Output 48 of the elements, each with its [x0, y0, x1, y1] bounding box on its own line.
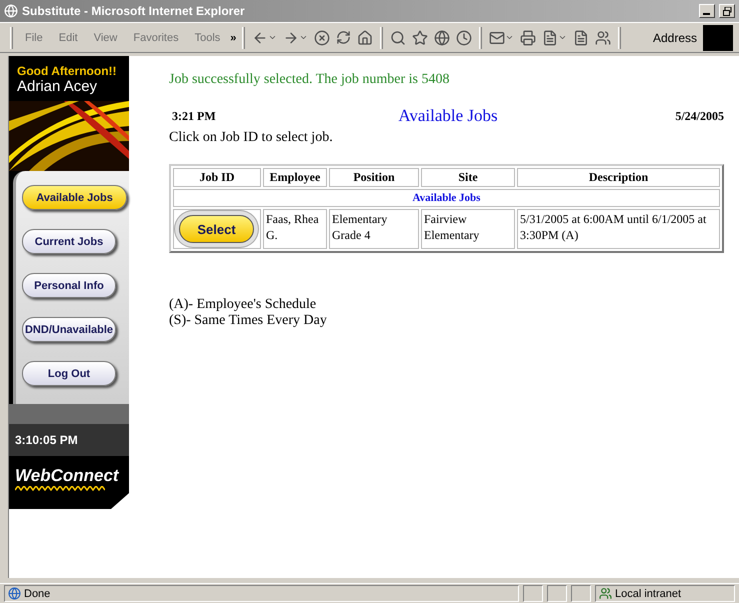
nav-button[interactable]: Available Jobs [22, 185, 127, 210]
current-date: 5/24/2005 [674, 108, 724, 124]
nav-button[interactable]: Current Jobs [22, 229, 116, 254]
page-icon [8, 587, 21, 600]
status-pane [571, 585, 591, 602]
document-icon [542, 30, 558, 46]
status-pane [523, 585, 543, 602]
mail-icon [489, 30, 506, 46]
legend-text: (A)- Employee's Schedule [169, 297, 318, 313]
table-cell: 5/31/2005 at 6:00AM until 6/1/2005 at 3:30PM (A) [517, 209, 720, 249]
group-header: Available Jobs [173, 189, 720, 207]
column-header: Employee [263, 168, 327, 187]
minimize-button[interactable] [699, 4, 715, 18]
status-pane [547, 585, 567, 602]
table-cell: Faas, Rhea G. [263, 209, 327, 249]
user-name: Adrian Acey [17, 78, 98, 95]
current-time: 3:21 PM [171, 108, 217, 124]
caret-icon [505, 33, 514, 42]
caret-icon [299, 33, 308, 42]
success-message: Job successfully selected. The job number is 5408 [169, 72, 450, 88]
window-title: Substitute - Microsoft Internet Explorer [22, 4, 246, 18]
caret-icon [558, 33, 568, 42]
caret-icon [268, 33, 278, 42]
table-cell: Fairview Elementary [421, 209, 515, 249]
legend-text: (S)- Same Times Every Day [169, 313, 328, 329]
column-header: Description [517, 168, 720, 187]
restore-icon [722, 6, 732, 16]
greeting: Good Afternoon!! [17, 64, 118, 78]
column-header: Job ID [173, 168, 261, 187]
restore-button[interactable] [719, 4, 735, 18]
zone-text: Local intranet [615, 588, 682, 600]
wave-icon [15, 486, 105, 491]
nav-button[interactable]: DND/Unavailable [22, 317, 116, 342]
status-text: Done [24, 588, 50, 600]
more-menu[interactable]: » [228, 32, 238, 44]
instruction-text: Click on Job ID to select job. [169, 130, 334, 146]
page-title: Available Jobs [397, 106, 499, 126]
column-header: Position [329, 168, 419, 187]
table-cell: Elementary Grade 4 [329, 209, 419, 249]
column-header: Site [421, 168, 515, 187]
nav-button[interactable]: Log Out [22, 361, 116, 386]
windows-logo [703, 24, 733, 50]
network-icon [599, 587, 612, 600]
logo: WebConnect [15, 466, 120, 486]
browser-icon [4, 4, 18, 18]
nav-button[interactable]: Personal Info [22, 273, 116, 298]
clock: 3:10:05 PM [15, 433, 78, 447]
address-label: Address [652, 30, 698, 44]
